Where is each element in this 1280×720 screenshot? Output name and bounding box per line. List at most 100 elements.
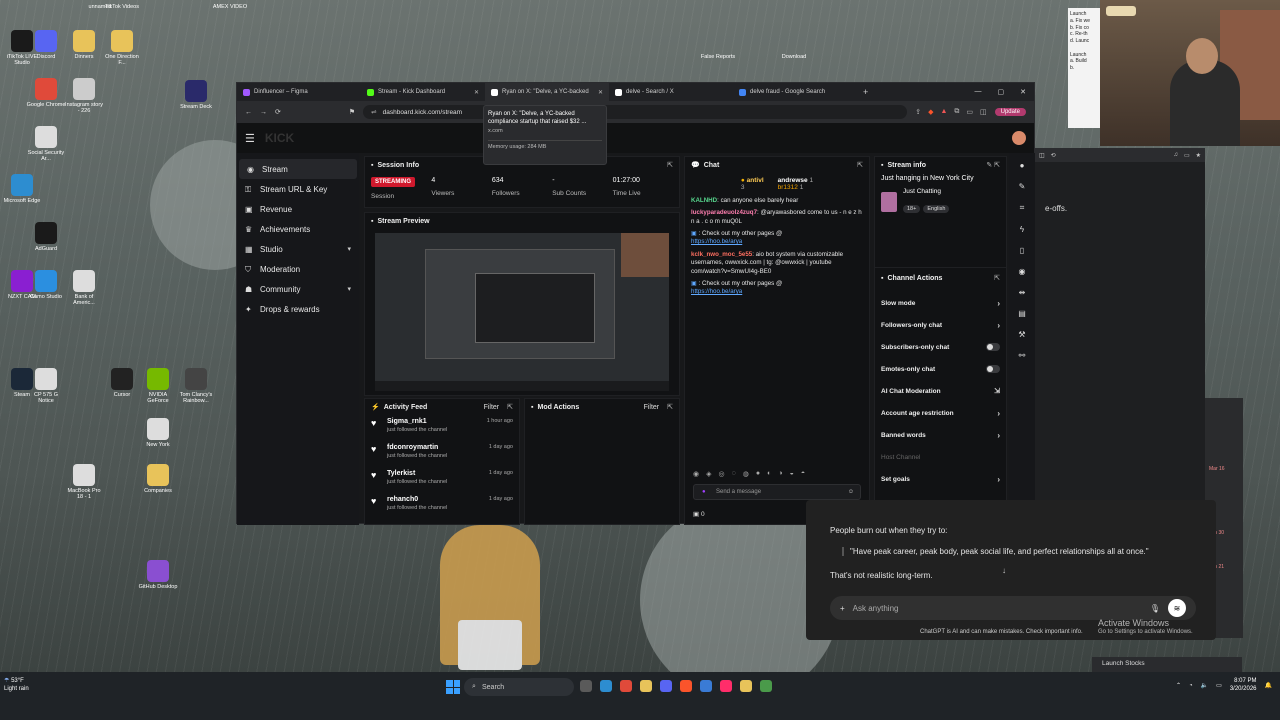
sidebar-item-revenue[interactable]: ▣ Revenue bbox=[237, 199, 359, 219]
edit-icon[interactable]: ✎ bbox=[1019, 182, 1026, 191]
desktop-icon[interactable]: GitHub Desktop bbox=[138, 560, 178, 590]
emote-icon[interactable]: ◑ bbox=[778, 470, 782, 478]
desktop-icon-top[interactable]: AMEX VIDEO bbox=[210, 4, 250, 10]
weather-widget[interactable]: ☂ 53°F Light rain bbox=[4, 678, 29, 694]
sidebar-item-achievements[interactable]: ♛ Achievements bbox=[237, 219, 359, 239]
emote-icon[interactable]: ◓ bbox=[801, 470, 805, 478]
desktop-icon[interactable]: Instagram story - 226 bbox=[64, 78, 104, 114]
tab-x-search[interactable]: delve - Search / X bbox=[609, 83, 733, 101]
plus-icon[interactable]: + bbox=[840, 604, 845, 613]
network-icon[interactable]: ◔ bbox=[1189, 683, 1193, 689]
emote-icon[interactable]: ◐ bbox=[767, 470, 771, 478]
tray-chevron-icon[interactable]: ⌃ bbox=[1176, 682, 1181, 689]
action-banned-words[interactable]: Banned words › bbox=[875, 424, 1006, 446]
desktop-icon[interactable]: NVIDIA GeForce bbox=[138, 368, 178, 404]
sidebar-item-moderation[interactable]: ⛉ Moderation bbox=[237, 259, 359, 279]
action-set-goals[interactable]: Set goals › bbox=[875, 468, 1006, 490]
desktop-icon[interactable]: Stream Deck bbox=[176, 80, 216, 110]
popout-icon[interactable]: ⇱ bbox=[994, 274, 1000, 282]
emoji-icon[interactable]: ☺ bbox=[848, 489, 854, 495]
filter-button[interactable]: Filter bbox=[644, 404, 660, 411]
kick-logo[interactable]: KICK bbox=[265, 131, 294, 145]
app-icon[interactable] bbox=[760, 680, 772, 692]
desktop-icon[interactable]: Dinners bbox=[64, 30, 104, 60]
share-icon[interactable]: ⚯ bbox=[1019, 351, 1026, 360]
tab-figma[interactable]: Dinfluencer – Figma bbox=[237, 83, 361, 101]
menu-icon[interactable]: ☰ bbox=[245, 132, 255, 145]
tab-google-search[interactable]: delve fraud - Google Search bbox=[733, 83, 857, 101]
emote-icon[interactable]: ● bbox=[756, 470, 760, 478]
info-icon[interactable]: ● bbox=[1020, 161, 1025, 170]
action-followers-only[interactable]: Followers-only chat › bbox=[875, 314, 1006, 336]
new-tab-icon[interactable]: + bbox=[857, 87, 874, 97]
extensions-icon[interactable]: ⧉ bbox=[954, 108, 959, 116]
volume-icon[interactable]: 🔈 bbox=[1201, 682, 1208, 689]
desktop-icon[interactable]: Tom Clancy's Rainbow... bbox=[176, 368, 216, 404]
close-tab-icon[interactable]: ✕ bbox=[598, 89, 603, 96]
wallet-icon[interactable]: ◫ bbox=[980, 108, 987, 116]
close-window-icon[interactable]: ✕ bbox=[1020, 88, 1026, 96]
desktop-icon[interactable]: Camo Studio bbox=[26, 270, 66, 300]
desktop-icon-top[interactable]: Download bbox=[774, 54, 814, 60]
emote-icon[interactable]: ◍ bbox=[743, 470, 749, 478]
toggle-switch[interactable] bbox=[986, 365, 1000, 373]
emote-icon[interactable]: ◒ bbox=[790, 470, 794, 478]
action-account-age[interactable]: Account age restriction › bbox=[875, 402, 1006, 424]
desktop-icon[interactable]: One Direction F... bbox=[102, 30, 142, 66]
scroll-down-icon[interactable]: ↓ bbox=[1002, 566, 1006, 575]
desktop-icon[interactable]: Discord bbox=[26, 30, 66, 60]
notification-icon[interactable]: 🔔 bbox=[1265, 682, 1272, 689]
stream-preview-video[interactable] bbox=[375, 233, 669, 391]
discord-icon[interactable] bbox=[660, 680, 672, 692]
tab-kick-dashboard[interactable]: Stream - Kick Dashboard ✕ bbox=[361, 83, 485, 101]
sidebar-item-drops-rewards[interactable]: ✦ Drops & rewards bbox=[237, 299, 359, 319]
sidebar-toggle-icon[interactable]: ▭ bbox=[966, 108, 973, 116]
forward-icon[interactable]: → bbox=[260, 109, 267, 116]
close-tab-icon[interactable]: ✕ bbox=[474, 89, 479, 96]
battery-icon[interactable]: ▭ bbox=[1216, 682, 1222, 689]
folder-icon[interactable] bbox=[740, 680, 752, 692]
popout-icon[interactable]: ⇱ bbox=[857, 161, 863, 169]
launch-stocks-item[interactable]: Launch Stocks bbox=[1092, 657, 1242, 672]
emote-icon[interactable]: ◎ bbox=[719, 470, 725, 478]
action-emotes-only[interactable]: Emotes-only chat bbox=[875, 358, 1006, 380]
rewards-icon[interactable]: ▲ bbox=[940, 108, 947, 116]
chat-input[interactable]: ● Send a message ☺ bbox=[693, 484, 861, 500]
layout-icon[interactable]: ▤ bbox=[1018, 309, 1026, 318]
action-ai-chat-moderation[interactable]: AI Chat Moderation ⇲ bbox=[875, 380, 1006, 402]
desktop-icon[interactable]: CP 575 G Notice bbox=[26, 368, 66, 404]
desktop-icon-top[interactable]: False Reports bbox=[698, 54, 738, 60]
lightning-icon[interactable]: ϟ bbox=[1020, 225, 1024, 234]
url-field[interactable]: ⇌ dashboard.kick.com/stream bbox=[363, 105, 908, 119]
emote-icon[interactable]: ◈ bbox=[706, 470, 711, 478]
action-subscribers-only[interactable]: Subscribers-only chat bbox=[875, 336, 1006, 358]
maximize-icon[interactable]: ▢ bbox=[998, 88, 1005, 96]
desktop-icon[interactable]: Bank of Americ... bbox=[64, 270, 104, 306]
gpt-input[interactable]: + Ask anything 🎙 ≋ bbox=[830, 596, 1196, 620]
desktop-icon[interactable]: Companies bbox=[138, 464, 178, 494]
split-icon[interactable]: ⇹ bbox=[1019, 288, 1026, 297]
bookmark-icon[interactable]: ⚑ bbox=[349, 108, 355, 116]
chat-link[interactable]: https://hoo.be/arya bbox=[691, 288, 742, 295]
chat-bubble-icon[interactable]: ◉ bbox=[1019, 267, 1026, 276]
desktop-icon[interactable]: MacBook Pro 18 - 1 bbox=[64, 464, 104, 500]
tab-x-ryan[interactable]: Ryan on X: "Delve, a YC-backed ✕ bbox=[485, 83, 609, 101]
filter-button[interactable]: Filter bbox=[484, 404, 500, 411]
store-icon[interactable] bbox=[700, 680, 712, 692]
tiktok-icon[interactable] bbox=[720, 680, 732, 692]
document-icon[interactable]: ▯ bbox=[1020, 246, 1024, 255]
popout-icon[interactable]: ⇱ bbox=[507, 403, 513, 411]
microphone-icon[interactable]: ● bbox=[702, 489, 706, 495]
chrome-icon[interactable] bbox=[620, 680, 632, 692]
back-icon[interactable]: ← bbox=[245, 109, 252, 116]
voice-mode-icon[interactable]: ≋ bbox=[1168, 599, 1186, 617]
emote-icon[interactable]: ◉ bbox=[693, 470, 699, 478]
edge-icon[interactable] bbox=[600, 680, 612, 692]
sidebar-item-studio[interactable]: ▦ Studio ▾ bbox=[237, 239, 359, 259]
desktop-icon[interactable]: AdGuard bbox=[26, 222, 66, 252]
desktop-icon[interactable]: Google Chrome bbox=[26, 78, 66, 108]
brave-icon[interactable] bbox=[680, 680, 692, 692]
profile-avatar[interactable] bbox=[1012, 131, 1026, 145]
clip-icon[interactable]: ⌗ bbox=[1020, 203, 1025, 213]
popout-icon[interactable]: ⇱ bbox=[667, 161, 673, 169]
